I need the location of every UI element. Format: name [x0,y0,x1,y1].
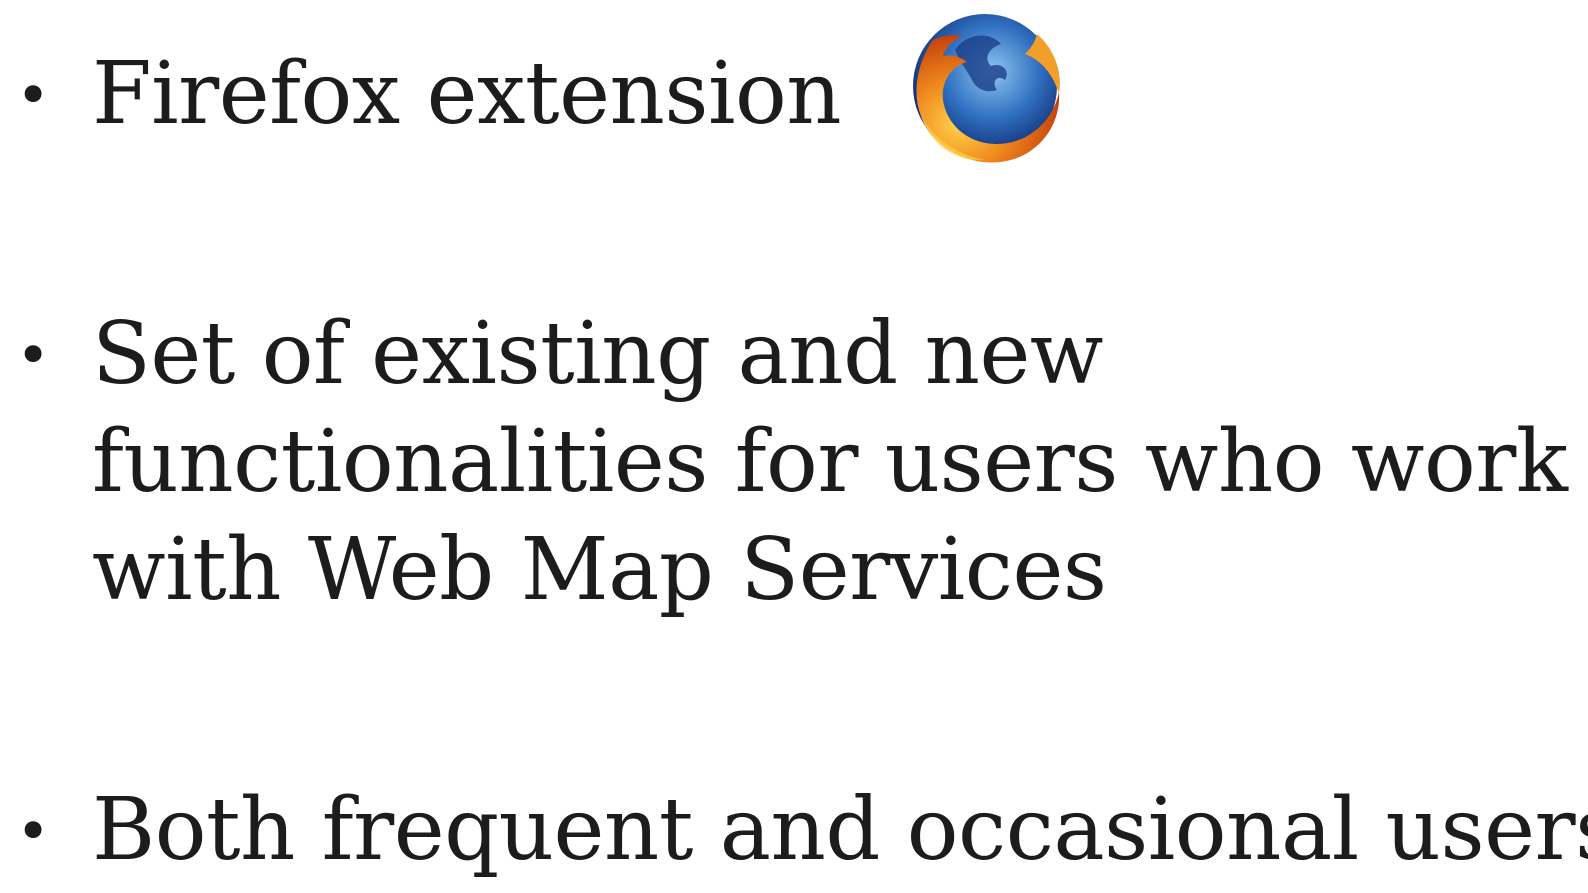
bullet-item-2: Set of existing and new functionalities … [92,300,1568,624]
bullet-item-2-line-3: with Web Map Services [92,520,1107,620]
firefox-logo-icon [893,4,1071,176]
bullet-item-2-line-1: Set of existing and new [92,304,1103,404]
bullet-marker: • [16,797,51,865]
bullet-item-3-line-1: Both frequent and occasional users [92,780,1588,880]
bullet-marker: • [16,321,51,389]
bullet-item-2-line-2: functionalities for users who work [92,412,1568,512]
bullet-marker: • [16,61,51,129]
bullet-item-1: Firefox extension [92,40,842,148]
bullet-item-1-line-1: Firefox extension [92,44,842,144]
bullet-item-3: Both frequent and occasional users [92,776,1588,884]
